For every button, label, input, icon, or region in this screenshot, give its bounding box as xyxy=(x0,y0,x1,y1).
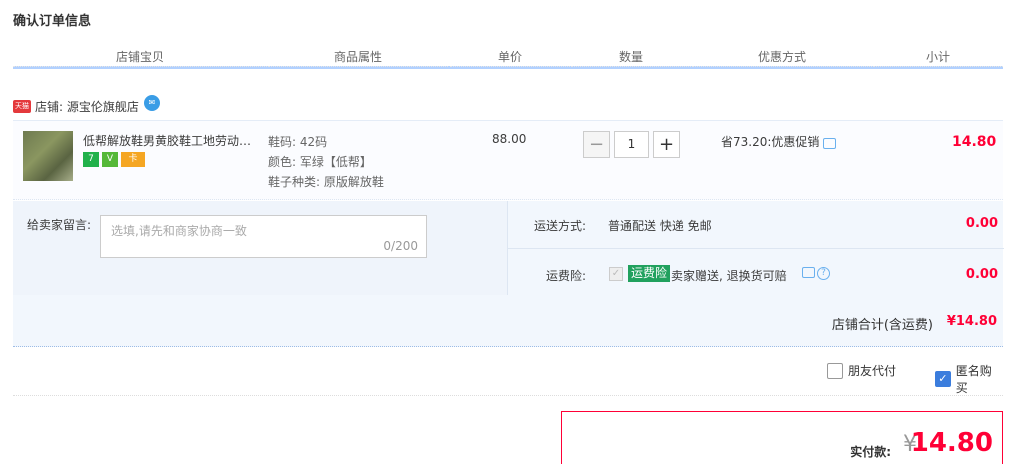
message-input[interactable]: 选填,请先和商家协商一致 0/200 xyxy=(100,215,427,258)
prop-size: 鞋码: 42码 xyxy=(268,135,328,149)
insurance-icons: ? xyxy=(802,267,830,280)
order-item-row: 低帮解放鞋男黄胶鞋工地劳动工作鞋 7 V 卡 鞋码: 42码 颜色: 军绿【低帮… xyxy=(13,120,1003,200)
tmall-icon: 天猫 xyxy=(13,99,31,113)
shop-total-label: 店铺合计(含运费) xyxy=(831,318,933,333)
anonymous-label: 匿名购买 xyxy=(955,364,992,395)
insurance-fee: 0.00 xyxy=(965,267,998,282)
shipping-label: 运送方式: xyxy=(534,219,587,233)
page-title: 确认订单信息 xyxy=(13,14,92,29)
unit-price: 88.00 xyxy=(492,132,527,146)
credit-card-icon[interactable]: 卡 xyxy=(121,152,145,167)
anonymous-option[interactable]: ✓ 匿名购买 xyxy=(935,362,1003,396)
header-item-props: 商品属性 xyxy=(268,49,448,67)
insurance-checkbox[interactable]: ✓ xyxy=(609,267,623,281)
header-subtotal: 小计 xyxy=(873,49,1003,67)
shipping-fee: 0.00 xyxy=(965,216,998,231)
friend-pay-checkbox[interactable] xyxy=(827,362,843,379)
help-icon[interactable]: ? xyxy=(817,267,830,280)
insurance-row: 运费险: ✓ 运费险 卖家赠送, 退换货可赔 ? 0.00 xyxy=(508,250,1004,295)
checkout-options: 朋友代付 ✓ 匿名购买 xyxy=(13,362,1003,396)
item-thumbnail[interactable] xyxy=(23,131,73,181)
shop-name[interactable]: 店铺: 源宝伦旗舰店 xyxy=(35,98,139,115)
payment-label: 实付款: xyxy=(850,445,891,459)
payment-amount: 14.80 xyxy=(910,428,993,458)
verified-icon[interactable]: V xyxy=(102,152,118,167)
comment-icon[interactable] xyxy=(802,267,815,278)
shipping-row: 运送方式: 普通配送 快递 免邮 0.00 xyxy=(508,201,1004,249)
message-placeholder: 选填,请先和商家协商一致 xyxy=(111,224,247,238)
item-props: 鞋码: 42码 颜色: 军绿【低帮】 鞋子种类: 原版解放鞋 xyxy=(268,132,384,192)
item-title[interactable]: 低帮解放鞋男黄胶鞋工地劳动工作鞋 xyxy=(83,132,261,149)
comment-icon[interactable] xyxy=(823,138,837,149)
prop-color: 颜色: 军绿【低帮】 xyxy=(268,155,372,169)
delivery-panel: 运送方式: 普通配送 快递 免邮 0.00 运费险: ✓ 运费险 卖家赠送, 退… xyxy=(507,201,1004,295)
quantity-input[interactable]: 1 xyxy=(614,131,649,158)
header-discount: 优惠方式 xyxy=(692,49,872,67)
decrease-button[interactable]: − xyxy=(583,131,610,158)
item-subtotal: 14.80 xyxy=(952,134,997,150)
seven-day-return-icon[interactable]: 7 xyxy=(83,152,99,167)
insurance-label: 运费险: xyxy=(546,269,587,283)
header-shop-item: 店铺宝贝 xyxy=(13,49,267,67)
chat-bubble-icon[interactable]: ✉ xyxy=(143,95,160,111)
header-unit-price: 单价 xyxy=(450,49,570,67)
prop-type: 鞋子种类: 原版解放鞋 xyxy=(268,175,384,189)
anonymous-checkbox[interactable]: ✓ xyxy=(935,371,951,387)
message-counter: 0/200 xyxy=(383,239,418,253)
header-quantity: 数量 xyxy=(571,49,691,67)
friend-pay-option[interactable]: 朋友代付 xyxy=(827,362,896,379)
shop-info: 天猫 店铺: 源宝伦旗舰店 ✉ xyxy=(13,95,160,115)
service-badges: 7 V 卡 xyxy=(83,152,145,167)
friend-pay-label: 朋友代付 xyxy=(848,364,897,378)
table-header: 店铺宝贝 商品属性 单价 数量 优惠方式 小计 xyxy=(13,47,1003,69)
shop-total-row: 店铺合计(含运费) ¥14.80 xyxy=(13,295,1003,347)
shipping-method[interactable]: 普通配送 快递 免邮 xyxy=(608,217,712,234)
quantity-stepper: − 1 + xyxy=(583,131,680,158)
promo-info: 省73.20:优惠促销 xyxy=(721,133,837,150)
payment-summary: 实付款: ¥ 14.80 xyxy=(561,411,1003,464)
shop-total-value: ¥14.80 xyxy=(946,314,997,329)
promo-text: 省73.20:优惠促销 xyxy=(721,135,820,149)
insurance-desc: 卖家赠送, 退换货可赔 xyxy=(671,269,787,283)
message-label: 给卖家留言: xyxy=(27,218,92,232)
insurance-tag: 运费险 xyxy=(628,265,671,282)
order-extras: 给卖家留言: 选填,请先和商家协商一致 0/200 运送方式: 普通配送 快递 … xyxy=(13,201,1004,295)
increase-button[interactable]: + xyxy=(653,131,680,158)
